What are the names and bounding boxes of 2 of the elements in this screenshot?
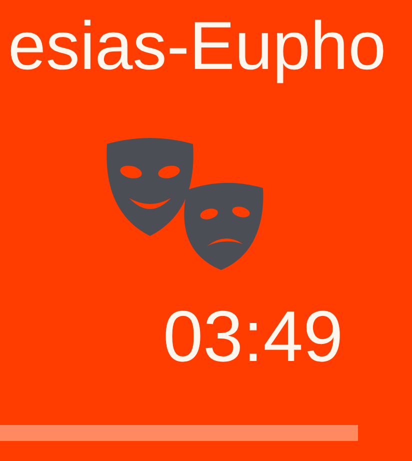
theater-masks-icon <box>105 138 265 273</box>
elapsed-time: 03:49 <box>163 301 344 373</box>
